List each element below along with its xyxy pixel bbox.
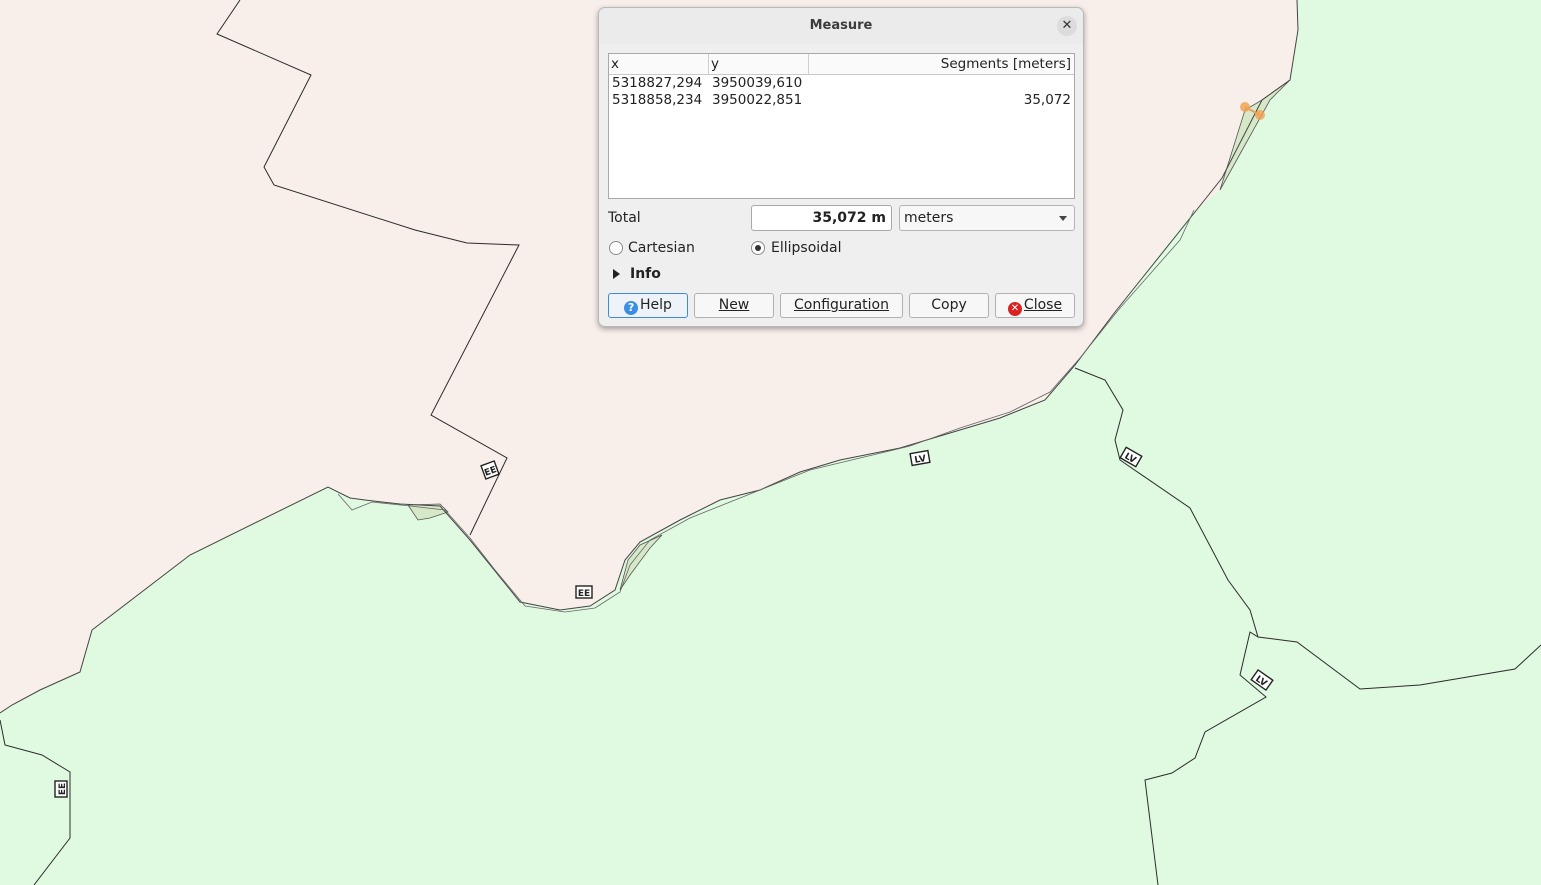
unit-select[interactable]: meters <box>899 205 1075 231</box>
close-icon[interactable]: ✕ <box>1057 16 1077 36</box>
help-icon: ? <box>624 301 639 315</box>
road-shield: ΕΕ <box>54 780 68 798</box>
chevron-down-icon <box>1059 216 1067 221</box>
cartesian-radio[interactable] <box>609 241 623 255</box>
total-value-field[interactable]: 35,072 m <box>751 205 892 231</box>
cell-y: 3950022,851 <box>712 92 803 108</box>
copy-button[interactable]: Copy <box>909 293 989 318</box>
column-header-segments[interactable]: Segments [meters] <box>941 56 1071 72</box>
configuration-button[interactable]: Configuration <box>780 293 903 318</box>
info-section-toggle[interactable]: Info <box>630 266 661 282</box>
svg-text:LV: LV <box>914 454 927 466</box>
coordinates-table[interactable]: x y Segments [meters] 5318827,294 395003… <box>608 53 1075 199</box>
dialog-titlebar[interactable]: Measure ✕ <box>599 8 1083 44</box>
new-button-label: New <box>718 297 750 313</box>
column-header-x[interactable]: x <box>611 56 619 72</box>
ellipsoidal-label[interactable]: Ellipsoidal <box>771 240 842 256</box>
column-divider <box>808 54 809 74</box>
cartesian-label[interactable]: Cartesian <box>628 240 695 256</box>
close-circle-icon: ✕ <box>1007 302 1022 316</box>
help-button[interactable]: ? Help <box>608 293 688 318</box>
cell-x: 5318858,234 <box>612 92 703 108</box>
new-button[interactable]: New <box>694 293 774 318</box>
total-label: Total <box>608 210 641 226</box>
unit-select-value: meters <box>904 210 954 226</box>
column-divider <box>708 54 709 74</box>
close-button[interactable]: ✕ Close <box>995 293 1075 318</box>
table-header: x y Segments [meters] <box>609 54 1074 75</box>
table-row[interactable]: 5318827,294 3950039,610 <box>609 75 1074 92</box>
svg-text:ΕΕ: ΕΕ <box>58 783 68 795</box>
measure-dialog: Measure ✕ x y Segments [meters] 5318827,… <box>598 7 1084 327</box>
road-shield: ΕΕ <box>575 585 593 599</box>
measure-vertex[interactable] <box>1255 110 1265 120</box>
table-row[interactable]: 5318858,234 3950022,851 35,072 <box>609 92 1074 109</box>
svg-text:ΕΕ: ΕΕ <box>578 589 590 599</box>
close-button-label: Close <box>1023 297 1063 313</box>
cell-x: 5318827,294 <box>612 75 703 91</box>
column-header-y[interactable]: y <box>711 56 719 72</box>
ellipsoidal-radio[interactable] <box>751 241 765 255</box>
expand-arrow-icon[interactable] <box>613 269 620 279</box>
configuration-button-label: Configuration <box>794 297 889 313</box>
measure-vertex[interactable] <box>1240 102 1250 112</box>
copy-button-label: Copy <box>931 297 967 313</box>
cell-segment: 35,072 <box>1023 92 1071 108</box>
dialog-title: Measure <box>809 18 873 33</box>
cell-y: 3950039,610 <box>712 75 803 91</box>
help-button-label: Help <box>640 297 672 313</box>
